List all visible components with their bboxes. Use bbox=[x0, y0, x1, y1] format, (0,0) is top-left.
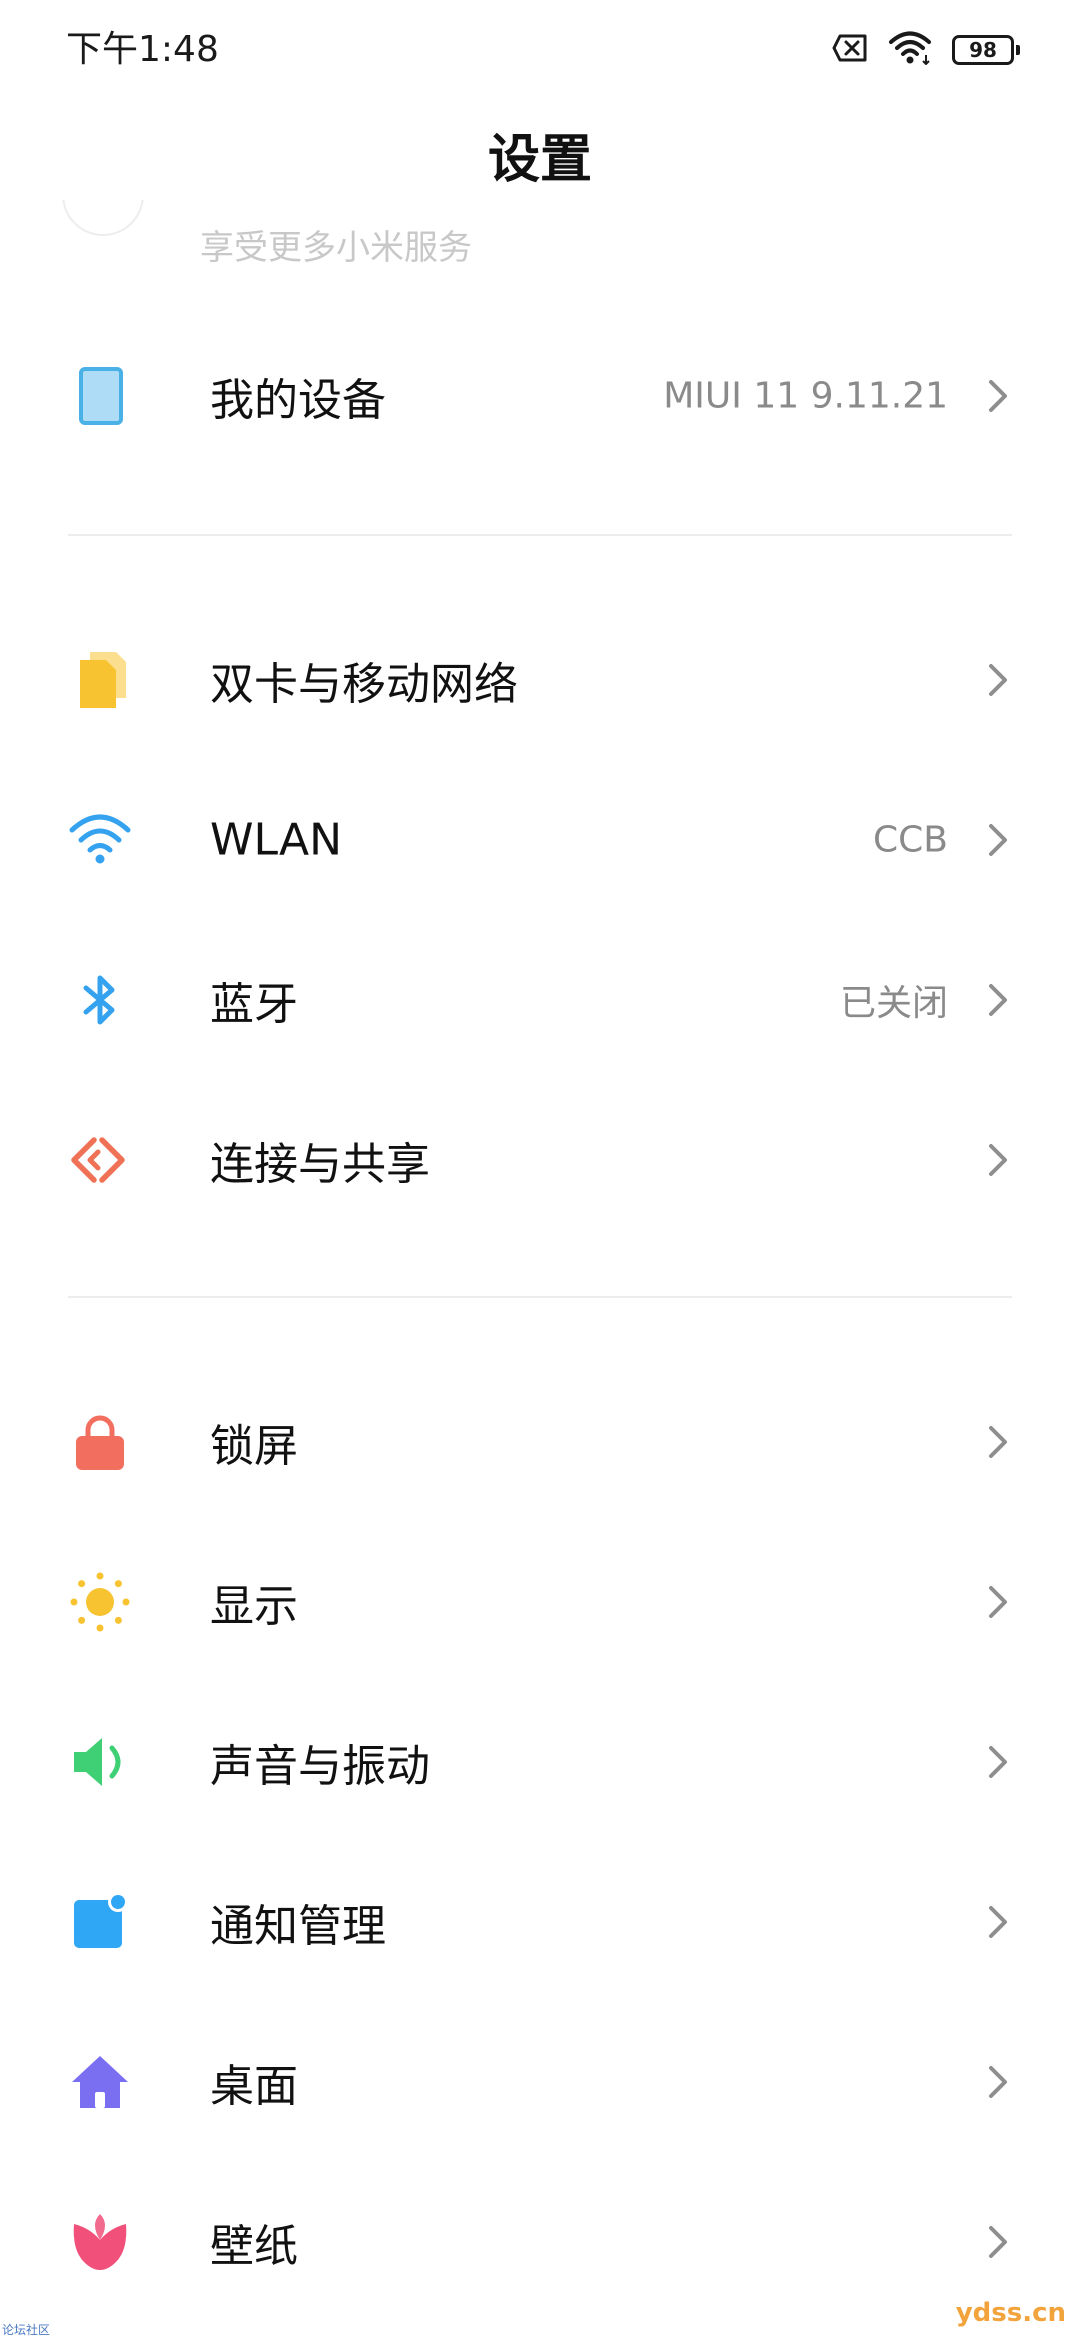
lock-icon bbox=[68, 1410, 132, 1474]
section-divider bbox=[68, 1296, 1012, 1298]
chevron-right-icon bbox=[982, 1140, 1014, 1180]
tulip-icon bbox=[68, 2210, 132, 2274]
no-sim-icon bbox=[832, 33, 868, 67]
settings-item-value: MIUI 11 9.11.21 bbox=[663, 375, 948, 417]
notification-icon bbox=[68, 1890, 132, 1954]
avatar bbox=[62, 200, 144, 236]
chevron-right-icon bbox=[982, 1582, 1014, 1622]
settings-item-lock-screen[interactable]: 锁屏 bbox=[0, 1362, 1080, 1522]
wifi-signal-icon bbox=[888, 31, 932, 69]
home-icon bbox=[68, 2050, 132, 2114]
account-row[interactable]: 享受更多小米服务 bbox=[0, 200, 1080, 270]
settings-item-bluetooth[interactable]: 蓝牙 已关闭 bbox=[0, 920, 1080, 1080]
settings-item-my-device[interactable]: 我的设备 MIUI 11 9.11.21 bbox=[0, 316, 1080, 476]
status-bar: 下午1:48 98 bbox=[0, 0, 1080, 100]
watermark-community: 论坛社区 bbox=[2, 2323, 51, 2337]
chevron-right-icon bbox=[982, 660, 1014, 700]
settings-item-label: 连接与共享 bbox=[210, 1139, 430, 1190]
settings-item-label: 壁纸 bbox=[210, 2221, 298, 2272]
settings-item-wlan[interactable]: WLAN CCB bbox=[0, 760, 1080, 920]
settings-item-value: CCB bbox=[873, 819, 948, 861]
settings-item-home-screen[interactable]: 桌面 bbox=[0, 2002, 1080, 2162]
settings-item-value: 已关闭 bbox=[839, 983, 948, 1024]
chevron-right-icon bbox=[982, 1742, 1014, 1782]
status-time: 下午1:48 bbox=[66, 29, 219, 70]
battery-icon: 98 bbox=[952, 35, 1020, 65]
chevron-right-icon bbox=[982, 1422, 1014, 1462]
settings-item-connection-share[interactable]: 连接与共享 bbox=[0, 1080, 1080, 1240]
page-title: 设置 bbox=[487, 130, 592, 190]
bluetooth-icon bbox=[68, 968, 132, 1032]
settings-item-label: 声音与振动 bbox=[210, 1741, 430, 1792]
settings-item-label: WLAN bbox=[210, 814, 343, 866]
chevron-right-icon bbox=[982, 2222, 1014, 2262]
settings-item-dual-sim[interactable]: 双卡与移动网络 bbox=[0, 600, 1080, 760]
chevron-right-icon bbox=[982, 820, 1014, 860]
settings-item-label: 双卡与移动网络 bbox=[210, 659, 518, 710]
sun-icon bbox=[68, 1570, 132, 1634]
speaker-icon bbox=[68, 1730, 132, 1794]
chevron-right-icon bbox=[982, 980, 1014, 1020]
settings-item-display[interactable]: 显示 bbox=[0, 1522, 1080, 1682]
settings-item-label: 显示 bbox=[210, 1581, 298, 1632]
settings-item-label: 锁屏 bbox=[210, 1421, 298, 1472]
settings-item-label: 蓝牙 bbox=[210, 979, 298, 1030]
settings-item-sound-vibration[interactable]: 声音与振动 bbox=[0, 1682, 1080, 1842]
settings-item-notifications[interactable]: 通知管理 bbox=[0, 1842, 1080, 2002]
settings-item-label: 我的设备 bbox=[210, 375, 386, 426]
connection-share-icon bbox=[68, 1128, 132, 1192]
settings-item-wallpaper[interactable]: 壁纸 bbox=[0, 2162, 1080, 2322]
section-divider bbox=[68, 534, 1012, 536]
wifi-icon bbox=[68, 808, 132, 872]
status-icons: 98 bbox=[832, 30, 1020, 70]
account-subtitle: 享受更多小米服务 bbox=[200, 228, 472, 268]
chevron-right-icon bbox=[982, 2062, 1014, 2102]
phone-device-icon bbox=[68, 364, 132, 428]
chevron-right-icon bbox=[982, 1902, 1014, 1942]
sim-card-icon bbox=[68, 648, 132, 712]
chevron-right-icon bbox=[982, 376, 1014, 416]
settings-item-label: 桌面 bbox=[210, 2061, 298, 2112]
settings-item-label: 通知管理 bbox=[210, 1901, 386, 1952]
watermark-logo: ydss.cn bbox=[955, 2298, 1066, 2328]
